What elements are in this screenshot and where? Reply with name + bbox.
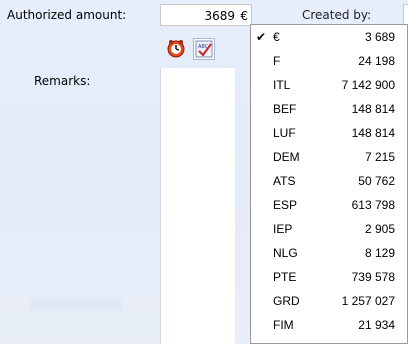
currency-menu-item[interactable]: GRD 1 257 027 xyxy=(251,290,407,314)
currency-code: GRD xyxy=(273,294,300,308)
alarm-clock-icon xyxy=(167,40,185,58)
currency-amount: 613 798 xyxy=(351,198,395,212)
currency-menu-item[interactable]: F 24 198 xyxy=(251,50,407,74)
currency-code: NLG xyxy=(273,246,298,260)
remarks-label: Remarks: xyxy=(34,74,91,88)
currency-menu-item[interactable]: PTE 739 578 xyxy=(251,266,407,290)
currency-amount: 21 934 xyxy=(358,318,395,332)
check-icon: ✔ xyxy=(256,30,267,44)
currency-amount: 24 198 xyxy=(358,54,395,68)
faded-background-text xyxy=(30,299,122,311)
currency-menu-item[interactable]: ITL 7 142 900 xyxy=(251,74,407,98)
currency-code: F xyxy=(273,54,281,68)
created-by-field[interactable] xyxy=(403,4,408,26)
currency-menu-item[interactable]: LUF 148 814 xyxy=(251,122,407,146)
currency-menu-item[interactable]: IEP 2 905 xyxy=(251,218,407,242)
amount-currency: € xyxy=(240,9,248,23)
remarks-textarea[interactable] xyxy=(160,68,235,344)
alarm-clock-button[interactable] xyxy=(165,38,187,60)
currency-menu-item[interactable]: FIM 21 934 xyxy=(251,314,407,338)
currency-amount: 7 215 xyxy=(364,150,395,164)
currency-menu-item[interactable]: ESP 613 798 xyxy=(251,194,407,218)
currency-menu-item[interactable]: BEF 148 814 xyxy=(251,98,407,122)
spellcheck-icon: ABC xyxy=(195,40,213,58)
currency-code: ATS xyxy=(273,174,296,188)
currency-code: ESP xyxy=(273,198,298,212)
currency-menu-item[interactable]: NLG 8 129 xyxy=(251,242,407,266)
currency-amount: 3 689 xyxy=(364,30,395,44)
currency-code: € xyxy=(273,30,280,44)
currency-amount: 8 129 xyxy=(364,246,395,260)
currency-amount: 148 814 xyxy=(351,102,395,116)
currency-code: LUF xyxy=(273,126,296,140)
currency-amount: 1 257 027 xyxy=(341,294,395,308)
currency-code: FIM xyxy=(273,318,294,332)
currency-amount: 2 905 xyxy=(364,222,395,236)
currency-amount: 50 762 xyxy=(358,174,395,188)
currency-code: IEP xyxy=(273,222,293,236)
currency-menu-item[interactable]: ✔ €3 689 xyxy=(251,26,407,50)
currency-menu-item[interactable]: DEM 7 215 xyxy=(251,146,407,170)
currency-dropdown-menu[interactable]: ✔ €3 689 F 24 198 ITL 7 142 900 BEF 148 814 LUF 1… xyxy=(250,24,408,344)
created-by-label: Created by: xyxy=(302,8,372,22)
authorized-amount-label: Authorized amount: xyxy=(7,8,127,22)
currency-code: ITL xyxy=(273,78,291,92)
currency-amount: 148 814 xyxy=(351,126,395,140)
currency-code: BEF xyxy=(273,102,297,116)
authorized-amount-input[interactable]: 3689 € xyxy=(160,4,252,26)
currency-amount: 739 578 xyxy=(351,270,395,284)
currency-code: DEM xyxy=(273,150,300,164)
currency-amount: 7 142 900 xyxy=(341,78,395,92)
currency-menu-item[interactable]: ATS 50 762 xyxy=(251,170,407,194)
spellcheck-button[interactable]: ABC xyxy=(193,38,215,60)
currency-code: PTE xyxy=(273,270,297,284)
amount-value: 3689 xyxy=(204,9,235,23)
